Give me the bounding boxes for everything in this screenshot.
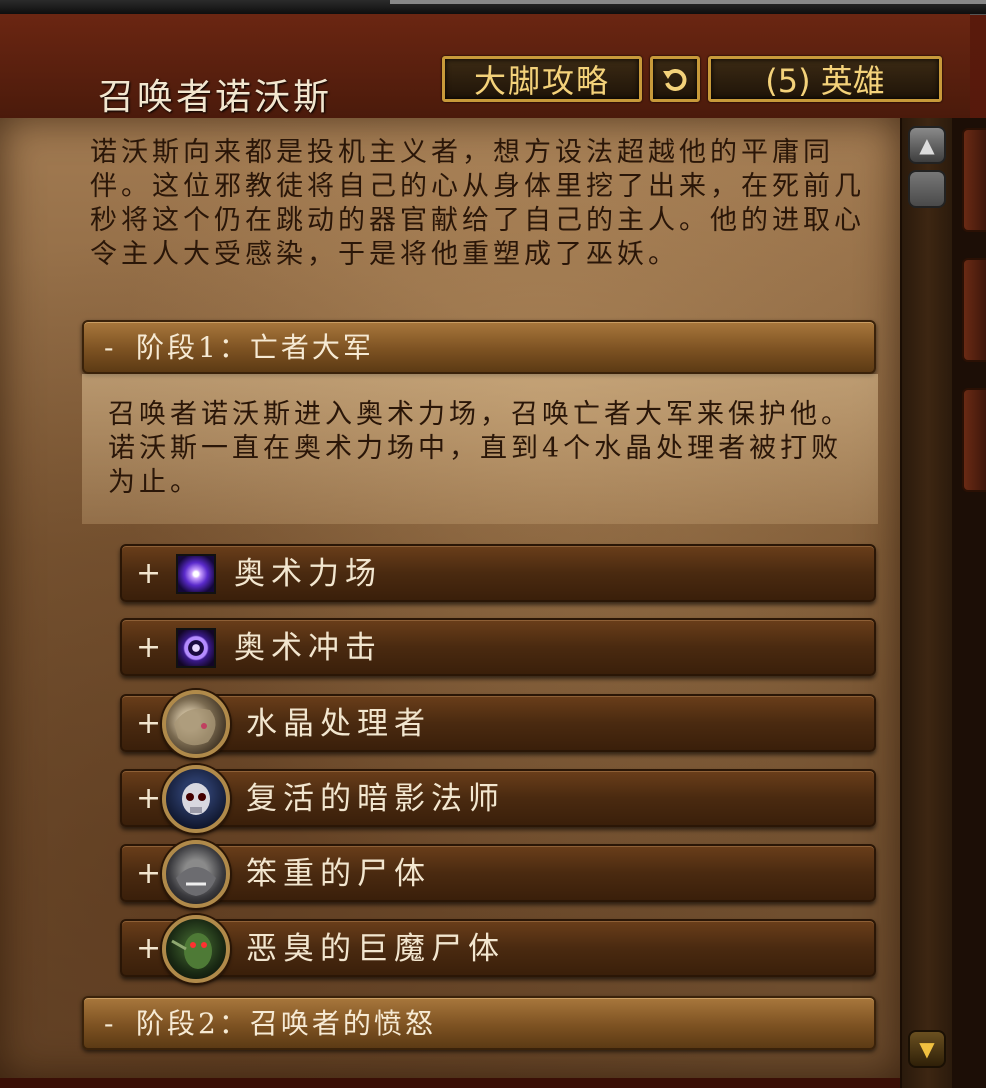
collapse-icon: - [104, 1007, 117, 1040]
reset-button[interactable] [650, 56, 700, 102]
arcane-field-spell-icon [176, 554, 216, 594]
arcane-blast-spell-icon [176, 628, 216, 668]
guide-button[interactable]: 大脚攻略 [442, 56, 642, 102]
collapse-icon: - [104, 331, 117, 364]
top-border [0, 0, 986, 15]
add-crystal-handler[interactable]: + 水晶处理者 [120, 690, 876, 758]
scroll-down-icon[interactable]: ▼ [908, 1030, 946, 1068]
ability-arcane-blast[interactable]: + 奥术冲击 [120, 618, 876, 676]
skull-icon [182, 783, 210, 815]
phase-2-label: 阶段2：召唤者的愤怒 [136, 1007, 436, 1040]
difficulty-button[interactable]: (5) 英雄 [708, 56, 942, 102]
scroll-up-icon[interactable]: ▲ [908, 126, 946, 164]
expand-icon: + [136, 781, 162, 816]
crystal-handler-portrait-icon [162, 690, 230, 758]
expand-icon: + [136, 856, 162, 891]
expand-icon: + [136, 556, 162, 591]
side-tab[interactable] [962, 128, 986, 232]
ability-label: 复活的暗影法师 [246, 781, 505, 817]
phase-1-header[interactable]: - 阶段1：亡者大军 [82, 320, 876, 374]
add-fetid-troll-corpse[interactable]: + 恶臭的巨魔尸体 [120, 915, 876, 983]
add-risen-shadowcaster[interactable]: + 复活的暗影法师 [120, 765, 876, 833]
scroll-thumb[interactable] [908, 170, 946, 208]
boss-lore-text: 诺沃斯向来都是投机主义者，想方设法超越他的平庸同伴。这位邪教徒将自己的心从身体里… [90, 137, 865, 270]
side-tabs [952, 118, 986, 1088]
risen-shadowcaster-portrait-icon [162, 765, 230, 833]
ability-arcane-field[interactable]: + 奥术力场 [120, 544, 876, 602]
boss-title: 召唤者诺沃斯 [98, 77, 333, 118]
abomination-face-icon [176, 867, 216, 896]
ability-label: 笨重的尸体 [246, 856, 431, 892]
add-hulking-corpse[interactable]: + 笨重的尸体 [120, 840, 876, 908]
side-tab[interactable] [962, 258, 986, 362]
ability-label: 奥术力场 [234, 556, 382, 592]
phase-1-description: 召唤者诺沃斯进入奥术力场，召唤亡者大军来保护他。诺沃斯一直在奥术力场中，直到4个… [108, 399, 852, 498]
expand-icon: + [136, 931, 162, 966]
fetid-troll-corpse-portrait-icon [162, 915, 230, 983]
phase-2-header[interactable]: - 阶段2：召唤者的愤怒 [82, 996, 876, 1050]
side-tab[interactable] [962, 388, 986, 492]
expand-icon: + [136, 706, 162, 741]
troll-face-icon [171, 933, 212, 969]
refresh-icon [663, 69, 687, 91]
creature-face-icon [174, 708, 216, 746]
expand-icon: + [136, 630, 162, 665]
ability-label: 奥术冲击 [234, 630, 382, 666]
phase-1-label: 阶段1：亡者大军 [136, 331, 374, 364]
hulking-corpse-portrait-icon [162, 840, 230, 908]
ability-label: 水晶处理者 [246, 706, 431, 742]
ability-label: 恶臭的巨魔尸体 [246, 931, 505, 967]
scrollbar[interactable]: ▲ ▼ [900, 118, 954, 1088]
